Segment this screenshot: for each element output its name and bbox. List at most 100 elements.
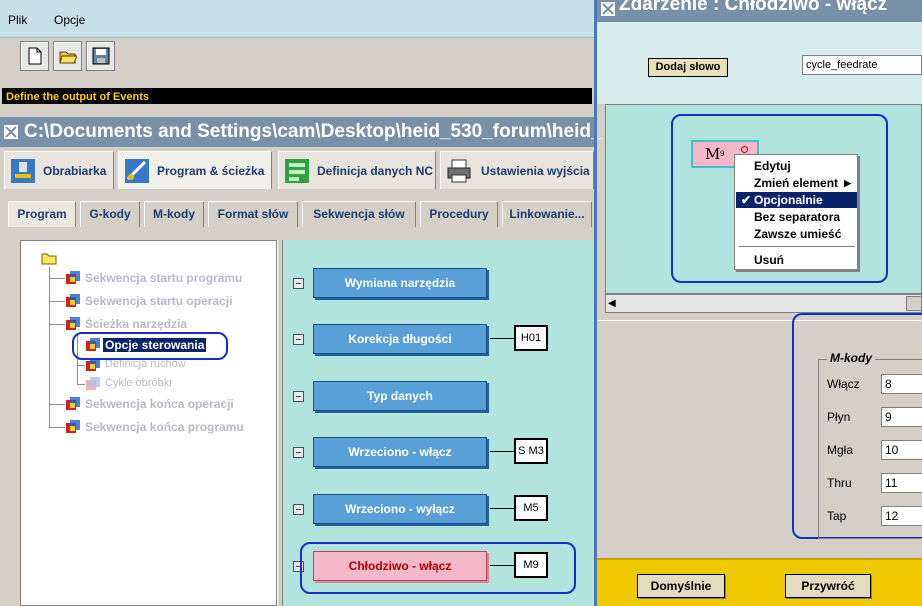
m-code-label: Płyn <box>827 410 851 424</box>
status-text: Define the output of Events <box>6 91 149 103</box>
status-bar: Define the output of Events <box>0 86 594 106</box>
tab-nc-data-label: Definicja danych NC <box>317 164 434 178</box>
word-select-field[interactable]: cycle_feedrate <box>802 55 922 75</box>
subtab-word-sequence[interactable]: Sekwencja słów <box>302 201 416 227</box>
program-path-icon <box>125 159 149 183</box>
open-folder-button[interactable] <box>53 41 82 71</box>
sub-tabs: Program G-kody M-kody Format słów Sekwen… <box>0 195 594 231</box>
restore-button[interactable]: Przywróć <box>785 574 871 598</box>
subtab-linking[interactable]: Linkowanie... <box>502 201 592 227</box>
menu-item-label: Bez separatora <box>754 210 841 224</box>
context-menu: Edytuj Zmień element ▶ ✔ Opcjonalnie Bez s… <box>734 154 858 270</box>
collapse-icon[interactable] <box>293 447 304 458</box>
connector-line <box>490 451 514 452</box>
tab-program-path-label: Program & ścieżka <box>157 164 265 178</box>
machine-icon <box>11 159 35 183</box>
collapse-icon[interactable] <box>293 504 304 515</box>
menu-item-label: Usuń <box>754 253 784 267</box>
scroll-thumb[interactable] <box>906 296 922 311</box>
collapse-icon[interactable] <box>293 391 304 402</box>
word-box[interactable]: S M3 <box>514 438 548 464</box>
menu-item-delete[interactable]: Usuń <box>736 252 857 268</box>
m-code-input[interactable]: 11 <box>881 473 922 493</box>
m-code-label: Mgła <box>827 443 854 457</box>
root-folder-icon[interactable] <box>41 251 57 265</box>
event-block-tool-change[interactable]: Wymiana narzędzia <box>313 268 487 298</box>
event-window-footer: Domyślnie Przywróć <box>597 558 922 606</box>
menu-item-edit[interactable]: Edytuj <box>736 158 857 174</box>
m-codes-legend: M-kody <box>827 351 875 365</box>
submenu-arrow-icon: ▶ <box>844 178 851 188</box>
checkmark-icon: ✔ <box>741 193 752 207</box>
menu-options[interactable]: Opcje <box>54 13 85 27</box>
tab-output-settings-label: Ustawienia wyjścia <box>481 164 590 178</box>
m-code-input[interactable]: 12 <box>881 506 922 526</box>
tab-program-path[interactable]: Program & ścieżka <box>118 151 272 189</box>
subtab-program[interactable]: Program <box>8 201 76 227</box>
open-folder-icon <box>59 51 77 64</box>
menu-item-change-element[interactable]: Zmień element ▶ <box>736 175 857 191</box>
m-word-letter: M <box>705 145 721 163</box>
printer-icon <box>447 159 471 183</box>
menu-item-label: Opcjonalnie <box>754 193 823 207</box>
nc-data-icon <box>285 159 309 183</box>
save-button[interactable] <box>86 41 115 71</box>
subtab-procedures[interactable]: Procedury <box>420 201 498 227</box>
subtab-g-codes[interactable]: G-kody <box>80 201 140 227</box>
tree-label: Sekwencja startu operacji <box>85 294 233 308</box>
event-block-data-type[interactable]: Typ danych <box>313 381 487 411</box>
menu-item-label: Zmień element <box>754 176 839 190</box>
defaults-button[interactable]: Domyślnie <box>637 574 725 598</box>
menu-item-label: Edytuj <box>754 159 791 173</box>
add-word-button[interactable]: Dodaj słowo <box>648 58 728 77</box>
m-codes-group: M-kody Włącz 8 Płyn 9 Mgła 10 Thru 11 Ta… <box>818 351 922 539</box>
tab-nc-data[interactable]: Definicja danych NC <box>278 151 436 189</box>
connector-line <box>490 508 514 509</box>
event-block-spindle-on[interactable]: Wrzeciono - włącz <box>313 437 487 467</box>
menu-file[interactable]: Plik <box>8 13 27 27</box>
horizontal-scrollbar[interactable]: ◀ <box>605 294 922 313</box>
event-cube-icon <box>66 420 80 433</box>
tab-output-settings[interactable]: Ustawienia wyjścia <box>440 151 594 189</box>
event-window-title-bar: Zdarzenie : Chłodziwo - włącz <box>597 0 922 22</box>
word-box[interactable]: H01 <box>514 325 548 351</box>
menu-item-no-separator[interactable]: Bez separatora <box>736 209 857 225</box>
tree-label: Sekwencja startu programu <box>85 271 243 285</box>
event-block-length-comp[interactable]: Korekcja długości <box>313 324 487 354</box>
event-cube-icon <box>66 397 80 410</box>
menu-item-always-output[interactable]: Zawsze umieść <box>736 226 857 242</box>
tab-machine[interactable]: Obrabiarka <box>4 151 114 189</box>
m-code-input[interactable]: 10 <box>881 440 922 460</box>
scroll-left-icon[interactable]: ◀ <box>608 298 616 309</box>
menu-item-optional[interactable]: ✔ Opcjonalnie <box>736 192 857 208</box>
new-file-button[interactable] <box>20 41 49 71</box>
collapse-icon[interactable] <box>293 278 304 289</box>
toolbar <box>0 38 594 78</box>
menu-separator <box>739 246 855 247</box>
m-code-input[interactable]: 8 <box>881 374 922 394</box>
connector-line <box>490 338 514 339</box>
tab-machine-label: Obrabiarka <box>43 164 107 178</box>
m-code-label: Włącz <box>827 377 860 391</box>
highlight-oval <box>72 332 228 360</box>
document-path: C:\Documents and Settings\cam\Desktop\he… <box>24 121 602 142</box>
subtab-word-format[interactable]: Format słów <box>208 201 298 227</box>
event-block-spindle-off[interactable]: Wrzeciono - wyłącz <box>313 494 487 524</box>
collapse-icon[interactable] <box>293 334 304 345</box>
tree-label: Cykle obróbki <box>105 377 172 389</box>
event-cube-icon <box>66 317 80 330</box>
menu-bar: Plik Opcje <box>0 0 594 38</box>
m-code-label: Tap <box>827 509 847 523</box>
subtab-m-codes[interactable]: M-kody <box>144 201 204 227</box>
event-tree: Sekwencja startu programu Sekwencja star… <box>20 240 277 606</box>
optional-marker-icon <box>741 146 748 153</box>
m-word-subscript: 9 <box>720 150 725 158</box>
main-tabs: Obrabiarka Program & ścieżka Definicja d… <box>0 147 594 193</box>
word-box[interactable]: M5 <box>514 495 548 521</box>
window-close-icon[interactable] <box>3 124 19 140</box>
tree-label: Sekwencja końca programu <box>85 420 244 434</box>
m-code-input[interactable]: 9 <box>881 407 922 427</box>
window-close-icon[interactable] <box>600 1 616 17</box>
m-code-label: Thru <box>827 476 852 490</box>
event-cube-icon <box>66 294 80 307</box>
